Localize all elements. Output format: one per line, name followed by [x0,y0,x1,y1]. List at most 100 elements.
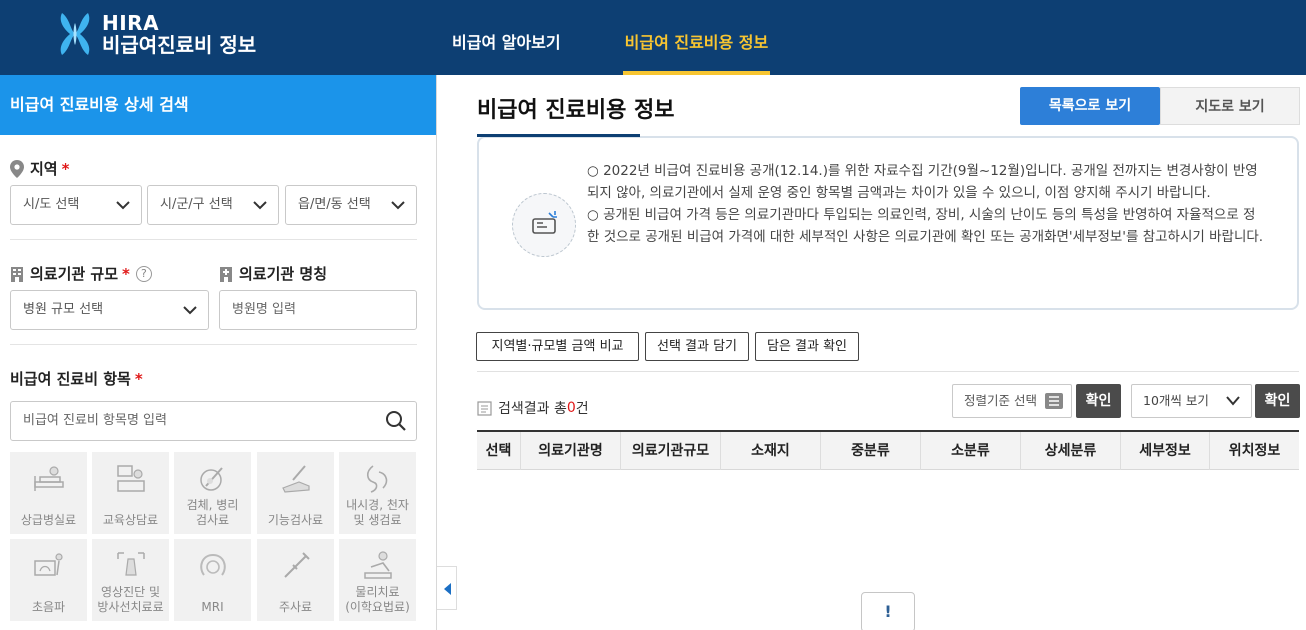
col-mid-category: 중분류 [821,432,921,470]
category-physical-therapy[interactable]: 물리치료 (이학요법료) [339,539,416,621]
category-consultation[interactable]: 교육상담료 [92,452,169,534]
category-label: 초음파 [31,600,66,614]
category-label: 기능검사료 [267,513,324,527]
category-specimen[interactable]: 검체, 병리 검사료 [174,452,251,534]
consultation-icon [117,465,145,492]
top-header: HIRA 비급여진료비 정보 비급여 알아보기 비급여 진료비용 정보 [0,0,1306,75]
category-endoscopy[interactable]: 내시경, 천자 및 생검료 [339,452,416,534]
scale-label-text: 의료기관 규모 [30,265,119,283]
nav-item-nonpay-guide[interactable]: 비급여 알아보기 [452,0,561,75]
ultrasound-icon [34,553,63,576]
category-mri[interactable]: MRI [174,539,251,621]
hira-logo-icon [60,13,90,55]
panel-collapse-toggle[interactable] [437,566,457,610]
results-table-header: 선택 의료기관명 의료기관규모 소재지 중분류 소분류 상세분류 세부정보 위치… [477,430,1299,470]
category-label: 주사료 [278,600,313,614]
category-radiology[interactable]: 영상진단 및 방사선치료료 [92,539,169,621]
category-label: 내시경, 천자 및 생검료 [346,498,409,527]
sort-list-icon [1045,393,1063,409]
category-label: MRI [201,600,224,614]
item-label: 비급여 진료비 항목 * [10,368,143,389]
physical-therapy-icon [364,551,392,579]
region-label: 지역 * [10,158,69,179]
chevron-down-icon [391,201,405,210]
notice-icon [512,193,576,257]
view-saved-button[interactable]: 담은 결과 확인 [755,332,859,361]
alert-icon: ! [884,602,892,621]
mri-icon [200,553,226,576]
sido-select[interactable]: 시/도 선택 [10,185,142,225]
save-selection-button[interactable]: 선택 결과 담기 [645,332,749,361]
category-label: 영상진단 및 방사선치료료 [97,585,164,614]
per-page-select[interactable]: 10개씩 보기 [1131,384,1252,418]
search-panel-title: 비급여 진료비용 상세 검색 [0,75,436,135]
endoscopy-icon [366,465,388,493]
category-hospital-room[interactable]: 상급병실료 [10,452,87,534]
injection-icon [284,552,310,578]
eupmyeondong-select[interactable]: 읍/면/동 선택 [285,185,417,225]
logo-line2: 비급여진료비 정보 [102,33,257,57]
notice-box: ○ 2022년 비급여 진료비용 공개(12.14.)를 위한 자료수집 기간(… [477,136,1299,310]
hospital-bed-icon [34,466,64,491]
chevron-down-icon [253,201,267,210]
main-nav: 비급여 알아보기 비급여 진료비용 정보 [452,0,832,75]
nav-item-nonpay-cost-info[interactable]: 비급여 진료비용 정보 [622,0,770,75]
hospital-scale-select[interactable]: 병원 규모 선택 [10,290,209,330]
sort-select-value: 정렬기준 선택 [964,393,1037,408]
result-count: 검색결과 총 0 건 [477,398,589,418]
map-view-button[interactable]: 지도로 보기 [1160,87,1300,125]
sido-select-value: 시/도 선택 [23,197,80,212]
hospital-name-placeholder: 병원명 입력 [232,302,296,317]
hospital-name-label: 의료기관 명칭 [219,263,327,284]
notice-text: ○ 2022년 비급여 진료비용 공개(12.14.)를 위한 자료수집 기간(… [587,160,1267,248]
hospital-icon [220,266,232,282]
divider [10,239,417,240]
empty-result-alert: ! [861,592,915,630]
per-page-value: 10개씩 보기 [1143,393,1209,408]
sort-confirm-button[interactable]: 확인 [1076,384,1121,418]
scale-label: 의료기관 규모 * ? [10,263,152,284]
col-location-info: 위치정보 [1228,443,1281,459]
sort-select[interactable]: 정렬기준 선택 [952,384,1072,418]
category-injection[interactable]: 주사료 [257,539,334,621]
list-view-button[interactable]: 목록으로 보기 [1020,87,1160,125]
result-number: 0 [566,400,576,416]
specimen-icon [200,467,223,491]
category-label: 검체, 병리 검사료 [186,498,239,527]
sigungu-select-value: 시/군/구 선택 [160,197,233,212]
col-sub-category: 소분류 [921,432,1021,470]
required-mark: * [61,159,70,178]
per-page-confirm-button[interactable]: 확인 [1255,384,1300,418]
required-mark: * [122,264,130,283]
notice-line: ○ 공개된 비급여 가격 등은 의료기관마다 투입되는 의료인력, 장비, 시술… [587,207,1264,245]
eupmyeondong-select-value: 읍/면/동 선택 [298,197,371,212]
item-search-placeholder: 비급여 진료비 항목명 입력 [23,413,167,428]
col-hospital-scale: 의료기관규모 [621,432,721,470]
col-select: 선택 [477,432,521,470]
col-location: 소재지 [721,432,821,470]
hospital-scale-select-value: 병원 규모 선택 [23,302,104,317]
region-label-text: 지역 [30,160,58,178]
hira-logo[interactable]: HIRA 비급여진료비 정보 [56,11,256,57]
help-icon[interactable]: ? [135,265,152,282]
megaphone-icon [532,211,557,234]
category-function-test[interactable]: 기능검사료 [257,452,334,534]
category-label: 교육상담료 [102,513,159,527]
list-icon [477,400,492,416]
building-icon [11,266,23,282]
item-search-input[interactable]: 비급여 진료비 항목명 입력 [10,401,417,441]
location-pin-icon [10,159,24,178]
hospital-name-input[interactable]: 병원명 입력 [219,290,417,330]
search-icon[interactable] [385,410,407,432]
result-suffix: 건 [575,401,589,417]
sigungu-select[interactable]: 시/군/구 선택 [147,185,279,225]
divider [477,371,1299,372]
compare-button[interactable]: 지역별·규모별 금액 비교 [476,332,639,361]
required-mark: * [134,369,143,388]
category-label: 상급병실료 [20,513,77,527]
divider [10,344,417,345]
notice-accent [477,134,640,137]
function-test-icon [282,465,310,493]
col-hospital-name: 의료기관명 [521,432,621,470]
category-ultrasound[interactable]: 초음파 [10,539,87,621]
